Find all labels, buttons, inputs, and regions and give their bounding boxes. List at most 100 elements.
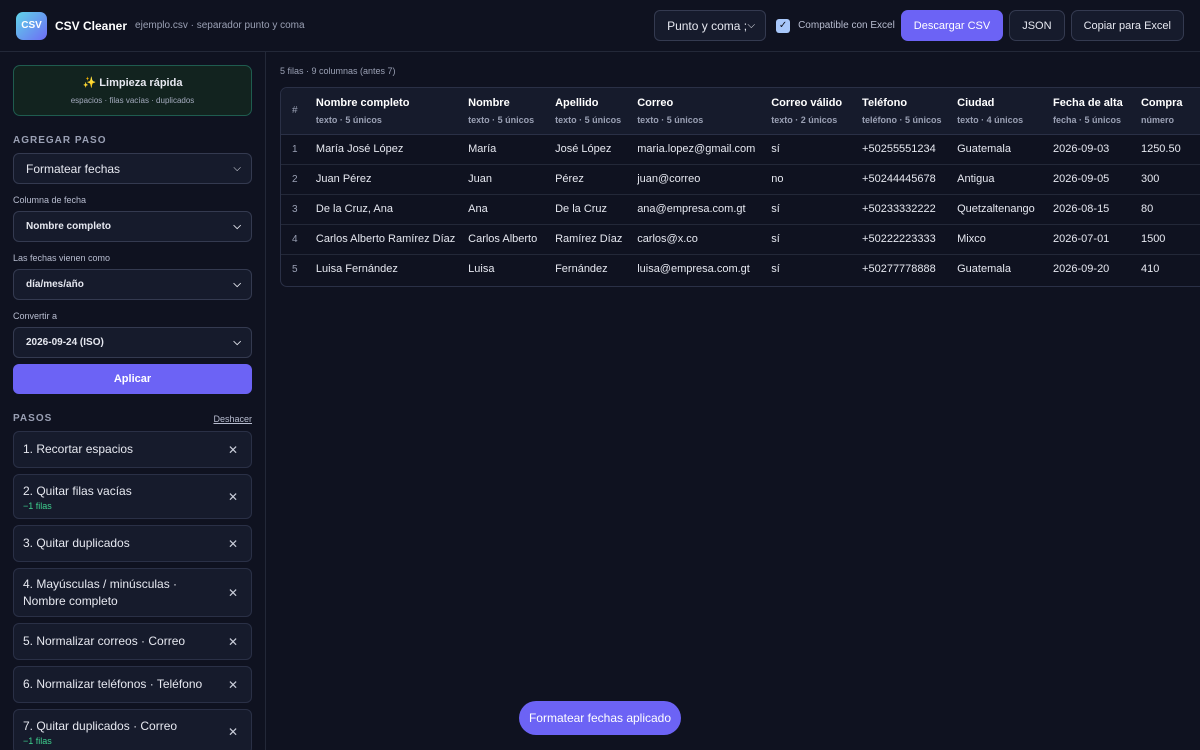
table-cell[interactable]: María José López xyxy=(315,134,469,165)
convert-to-value: 2026-09-24 (ISO) xyxy=(26,337,104,348)
step-item[interactable]: 2. Quitar filas vacías −1 filas ✕ xyxy=(13,474,252,519)
table-cell[interactable]: carlos@x.co xyxy=(637,224,772,255)
table-cell[interactable]: Ana xyxy=(468,194,556,225)
close-icon[interactable]: ✕ xyxy=(228,635,238,649)
table-cell[interactable]: sí xyxy=(771,194,863,225)
table-cell[interactable]: Antigua xyxy=(957,164,1054,195)
quick-clean-button[interactable]: ✨ Limpieza rápida espacios · filas vacía… xyxy=(13,65,252,116)
row-index: 4 xyxy=(281,224,316,255)
quick-clean-subtitle: espacios · filas vacías · duplicados xyxy=(70,96,195,105)
table-cell[interactable]: Juan xyxy=(468,164,556,195)
json-button[interactable]: JSON xyxy=(1009,10,1065,41)
column-type: texto · 2 únicos xyxy=(771,114,838,125)
table-cell[interactable]: sí xyxy=(771,254,862,284)
convert-to-select[interactable]: 2026-09-24 (ISO) ⌵ xyxy=(13,327,252,358)
copy-excel-button[interactable]: Copiar para Excel xyxy=(1070,10,1184,41)
table-cell[interactable]: Luisa Fernández xyxy=(316,254,468,284)
step-item[interactable]: 3. Quitar duplicados ✕ xyxy=(13,525,252,562)
table-row: 4 Carlos Alberto Ramírez Díaz Carlos Alb… xyxy=(281,224,1200,255)
table-cell[interactable]: Quetzaltenango xyxy=(957,194,1054,225)
table-cell[interactable]: De la Cruz xyxy=(555,194,638,225)
table-cell[interactable]: +50255551234 xyxy=(862,134,958,165)
column-header[interactable]: Correo válido texto · 2 únicos xyxy=(771,88,863,135)
table-cell[interactable]: 2026-08-15 xyxy=(1053,194,1141,225)
table-cell[interactable]: Ramírez Díaz xyxy=(555,224,638,255)
table-cell[interactable]: sí xyxy=(771,134,863,165)
column-header[interactable]: Correo texto · 5 únicos xyxy=(637,88,772,135)
table-cell[interactable]: Mixco xyxy=(957,224,1054,255)
step-type-select[interactable]: Formatear fechas ⌵ xyxy=(13,153,252,184)
table-cell[interactable]: ana@empresa.com.gt xyxy=(637,194,772,225)
table-cell[interactable]: 1250.50 xyxy=(1140,134,1200,165)
step-label: 4. Mayúsculas / minúsculas · Nombre comp… xyxy=(23,576,178,608)
step-item[interactable]: 7. Quitar duplicados · Correo −1 filas ✕ xyxy=(13,709,252,750)
step-item[interactable]: 6. Normalizar teléfonos · Teléfono ✕ xyxy=(13,666,252,703)
table-row: 3 De la Cruz, Ana Ana De la Cruz ana@emp… xyxy=(281,194,1200,225)
data-table-wrapper[interactable]: # Nombre completo texto · 5 únicos Nombre… xyxy=(280,87,1200,287)
table-cell[interactable]: +50277778888 xyxy=(862,254,957,284)
table-cell[interactable]: 2026-07-01 xyxy=(1053,224,1141,255)
table-cell[interactable]: Juan Pérez xyxy=(315,164,469,195)
table-cell[interactable]: maria.lopez@gmail.com xyxy=(637,134,772,165)
file-info: ejemplo.csv · separador punto y coma xyxy=(135,20,305,31)
table-cell[interactable]: De la Cruz, Ana xyxy=(315,194,469,225)
top-actions: Punto y coma ; ⌵ ✓ Compatible con Excel … xyxy=(654,10,1184,41)
close-icon[interactable]: ✕ xyxy=(228,537,238,551)
close-icon[interactable]: ✕ xyxy=(228,725,238,739)
table-cell[interactable]: Fernández xyxy=(555,254,637,284)
table-cell[interactable]: 2026-09-20 xyxy=(1053,254,1141,284)
table-cell[interactable]: +50244445678 xyxy=(862,164,958,195)
table-cell[interactable]: +50222223333 xyxy=(862,224,958,255)
apply-button[interactable]: Aplicar xyxy=(13,364,252,394)
table-cell[interactable]: no xyxy=(771,164,863,195)
column-header[interactable]: Nombre texto · 5 únicos xyxy=(468,88,556,135)
table-cell[interactable]: juan@correo xyxy=(637,164,772,195)
step-item[interactable]: 1. Recortar espacios ✕ xyxy=(13,431,252,468)
table-cell[interactable]: luisa@empresa.com.gt xyxy=(637,254,771,284)
excel-compatible-label[interactable]: Compatible con Excel xyxy=(798,20,895,31)
quick-clean-title: ✨ Limpieza rápida xyxy=(82,77,183,89)
column-header[interactable]: Compra número xyxy=(1140,88,1200,135)
step-note: −1 filas xyxy=(23,735,52,746)
excel-compatible-checkbox[interactable]: ✓ xyxy=(776,18,791,33)
table-cell[interactable]: 2026-09-05 xyxy=(1053,164,1141,195)
step-type-value: Formatear fechas xyxy=(26,161,121,176)
table-cell[interactable]: Carlos Alberto Ramírez Díaz xyxy=(315,224,469,255)
column-header[interactable]: Teléfono teléfono · 5 únicos xyxy=(862,88,958,135)
column-header[interactable]: Nombre completo texto · 5 únicos xyxy=(315,88,469,135)
dates-come-as-select[interactable]: día/mes/año ⌵ xyxy=(13,269,252,300)
undo-link[interactable]: Deshacer xyxy=(213,414,252,424)
column-type: texto · 5 únicos xyxy=(637,114,704,125)
table-cell[interactable]: Luisa xyxy=(468,254,555,284)
table-cell[interactable]: 2026-09-03 xyxy=(1053,134,1141,165)
column-header[interactable]: Ciudad texto · 4 únicos xyxy=(957,88,1054,135)
table-row: 1 María José López María José López mari… xyxy=(281,134,1200,165)
close-icon[interactable]: ✕ xyxy=(228,678,238,692)
column-header[interactable]: Apellido texto · 5 únicos xyxy=(555,88,638,135)
download-csv-button[interactable]: Descargar CSV xyxy=(900,10,1004,41)
separator-select[interactable]: Punto y coma ; ⌵ xyxy=(654,10,767,41)
date-column-select[interactable]: Nombre completo ⌵ xyxy=(13,211,252,242)
table-cell[interactable]: 80 xyxy=(1140,194,1200,225)
table-cell[interactable]: sí xyxy=(771,224,863,255)
close-icon[interactable]: ✕ xyxy=(228,490,238,504)
close-icon[interactable]: ✕ xyxy=(228,586,238,600)
table-cell[interactable]: +50233332222 xyxy=(862,194,958,225)
close-icon[interactable]: ✕ xyxy=(228,443,238,457)
toast-notification: Formatear fechas aplicado xyxy=(519,701,681,735)
table-cell[interactable]: 300 xyxy=(1140,164,1200,195)
table-cell[interactable]: Guatemala xyxy=(957,254,1053,284)
table-cell[interactable]: Pérez xyxy=(555,164,638,195)
table-cell[interactable]: María xyxy=(468,134,556,165)
step-item[interactable]: 5. Normalizar correos · Correo ✕ xyxy=(13,623,252,660)
table-cell[interactable]: Guatemala xyxy=(957,134,1054,165)
table-cell[interactable]: Carlos Alberto xyxy=(468,224,556,255)
column-name: Nombre completo xyxy=(315,96,410,109)
column-header[interactable]: Fecha de alta fecha · 5 únicos xyxy=(1053,88,1141,135)
table-cell[interactable]: 410 xyxy=(1141,254,1200,284)
step-item[interactable]: 4. Mayúsculas / minúsculas · Nombre comp… xyxy=(13,568,252,617)
table-cell[interactable]: 1500 xyxy=(1140,224,1200,255)
table-cell[interactable]: José López xyxy=(555,134,638,165)
chevron-down-icon: ⌵ xyxy=(233,163,241,174)
date-column-label: Columna de fecha xyxy=(13,195,87,205)
